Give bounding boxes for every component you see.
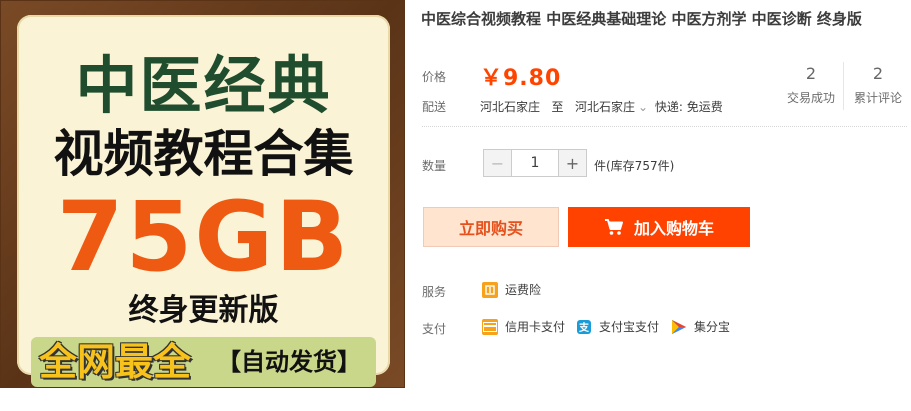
product-image: 中医经典 视频教程合集 75GB 终身更新版 全网最全 【自动发货】 <box>0 0 405 388</box>
reviews-count: 2 <box>872 64 884 83</box>
image-banner-main: 全网最全 <box>39 340 192 384</box>
quantity-stepper: − + <box>483 149 587 177</box>
product-title: 中医综合视频教程 中医经典基础理论 中医方剂学 中医诊断 终身版 <box>421 10 862 28</box>
credit-card-icon <box>482 318 498 335</box>
quantity-input[interactable] <box>512 150 558 176</box>
service-label: 服务 <box>422 285 447 299</box>
alipay-icon: 支 <box>576 318 592 335</box>
price-label: 价格 <box>422 70 447 84</box>
chevron-down-icon[interactable]: ⌄ <box>638 100 648 114</box>
jifenbao-icon <box>671 319 687 335</box>
product-image-panel: 中医经典 视频教程合集 75GB 终身更新版 全网最全 【自动发货】 <box>17 15 390 387</box>
quantity-increase-button[interactable]: + <box>558 150 586 176</box>
reviews-stat[interactable]: 2 累计评论 <box>842 64 911 108</box>
freight-insurance-label: 运费险 <box>505 283 542 297</box>
image-title-line-1: 中医经典 <box>75 49 332 122</box>
payment-label: 支付 <box>422 322 447 336</box>
add-to-cart-button[interactable]: 加入购物车 <box>568 207 750 247</box>
shipping-method: 快递: 免运费 <box>654 100 723 114</box>
transactions-stat: 2 交易成功 <box>775 64 847 108</box>
buy-now-label: 立即购买 <box>458 219 523 238</box>
stock-text: 件(库存757件) <box>594 159 675 173</box>
transactions-label: 交易成功 <box>786 91 835 105</box>
quantity-decrease-button[interactable]: − <box>484 150 512 176</box>
jifenbao-label: 集分宝 <box>694 320 731 334</box>
alipay-label: 支付宝支付 <box>599 320 660 334</box>
payment-jifenbao[interactable]: 集分宝 <box>671 318 730 335</box>
credit-card-label: 信用卡支付 <box>505 320 566 334</box>
reviews-label: 累计评论 <box>853 91 902 105</box>
divider <box>422 126 907 127</box>
quantity-label: 数量 <box>422 159 447 173</box>
payment-credit-card[interactable]: 信用卡支付 <box>482 318 565 335</box>
shipping-info: 河北石家庄 至 河北石家庄 ⌄ 快递: 免运费 <box>480 98 723 115</box>
svg-text:支: 支 <box>578 321 590 334</box>
freight-insurance-icon <box>482 281 498 298</box>
payment-alipay[interactable]: 支 支付宝支付 <box>576 318 659 335</box>
service-freight-insurance[interactable]: 运费险 <box>482 281 541 298</box>
shipping-to-word: 至 <box>551 100 564 114</box>
shipping-label: 配送 <box>422 100 447 114</box>
buy-now-button[interactable]: 立即购买 <box>423 207 559 247</box>
image-lifetime-text: 终身更新版 <box>128 293 279 328</box>
shipping-to-select[interactable]: 河北石家庄 <box>575 100 635 114</box>
price-value: ￥9.80 <box>480 66 562 91</box>
image-banner-tag: 【自动发货】 <box>217 348 361 376</box>
cart-icon <box>604 219 623 235</box>
image-size-text: 75GB <box>56 181 351 293</box>
image-title-line-2: 视频教程合集 <box>53 125 354 183</box>
shipping-from: 河北石家庄 <box>480 100 541 114</box>
add-to-cart-label: 加入购物车 <box>633 219 714 238</box>
transactions-count: 2 <box>805 64 817 83</box>
